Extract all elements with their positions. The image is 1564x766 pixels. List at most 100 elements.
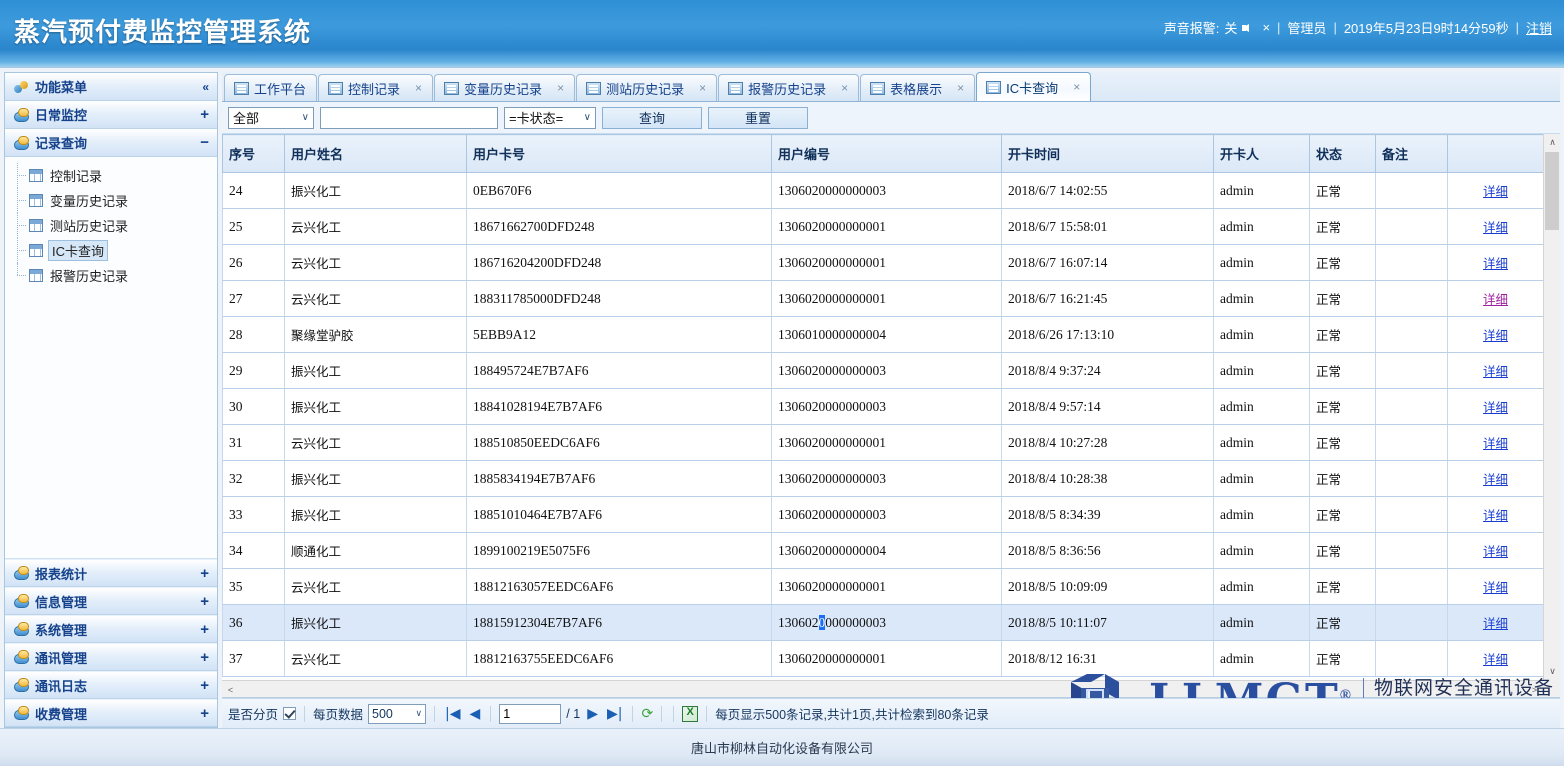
sidebar-group-comm-management[interactable]: 通讯管理 + bbox=[5, 643, 217, 671]
search-input[interactable] bbox=[320, 107, 498, 129]
detail-link[interactable]: 详细 bbox=[1483, 184, 1508, 199]
col-header-note[interactable]: 备注 bbox=[1376, 135, 1448, 173]
sidebar-group-report-stats[interactable]: 报表统计 + bbox=[5, 559, 217, 587]
tab-control-record[interactable]: 控制记录 × bbox=[318, 74, 433, 101]
tab-station-history[interactable]: 测站历史记录 × bbox=[576, 74, 717, 101]
scroll-up-icon[interactable]: ∧ bbox=[1544, 134, 1560, 151]
col-header-card-no[interactable]: 用户卡号 bbox=[467, 135, 772, 173]
table-row[interactable]: 24振兴化工0EB670F613060200000000032018/6/7 1… bbox=[223, 173, 1544, 209]
collapse-icon[interactable]: − bbox=[200, 134, 209, 151]
col-header-user-name[interactable]: 用户姓名 bbox=[285, 135, 467, 173]
vertical-scroll-thumb[interactable] bbox=[1545, 152, 1559, 230]
grid-vertical-scrollbar[interactable]: ∧ ∨ bbox=[1543, 134, 1560, 680]
tab-close-icon[interactable]: × bbox=[415, 81, 422, 95]
page-number-input[interactable] bbox=[499, 704, 561, 724]
speaker-muted-icon[interactable] bbox=[1242, 22, 1257, 34]
sidebar-item-ic-card-query[interactable]: IC卡查询 bbox=[15, 238, 217, 263]
detail-link[interactable]: 详细 bbox=[1483, 364, 1508, 379]
sidebar-header-functions[interactable]: 功能菜单 « bbox=[5, 73, 217, 101]
table-row[interactable]: 28聚缘堂驴胶5EBB9A1213060100000000042018/6/26… bbox=[223, 317, 1544, 353]
table-row[interactable]: 30振兴化工18841028194E7B7AF61306020000000003… bbox=[223, 389, 1544, 425]
sidebar-item-station-history[interactable]: 测站历史记录 bbox=[15, 213, 217, 238]
tab-icon bbox=[586, 82, 601, 95]
tab-work-platform[interactable]: 工作平台 bbox=[224, 74, 317, 101]
expand-icon[interactable]: + bbox=[200, 565, 209, 582]
sidebar-group-record-query[interactable]: 记录查询 − bbox=[5, 129, 217, 157]
table-row[interactable]: 27云兴化工188311785000DFD2481306020000000001… bbox=[223, 281, 1544, 317]
col-header-no[interactable]: 序号 bbox=[223, 135, 285, 173]
scope-select[interactable]: 全部 ∨ bbox=[228, 107, 314, 129]
detail-link[interactable]: 详细 bbox=[1483, 292, 1508, 307]
col-header-user-code[interactable]: 用户编号 bbox=[772, 135, 1002, 173]
expand-icon[interactable]: + bbox=[200, 705, 209, 722]
collapse-sidebar-icon[interactable]: « bbox=[202, 80, 209, 94]
tab-close-icon[interactable]: × bbox=[1073, 80, 1080, 94]
detail-link[interactable]: 详细 bbox=[1483, 616, 1508, 631]
tab-label: 报警历史记录 bbox=[748, 79, 826, 98]
tab-ic-card-query[interactable]: IC卡查询 × bbox=[976, 72, 1091, 101]
col-header-operator[interactable]: 开卡人 bbox=[1214, 135, 1310, 173]
tab-close-icon[interactable]: × bbox=[957, 81, 964, 95]
scroll-down-icon[interactable]: ∨ bbox=[1544, 663, 1560, 680]
sidebar-group-daily-monitor[interactable]: 日常监控 + bbox=[5, 101, 217, 129]
table-row[interactable]: 26云兴化工186716204200DFD2481306020000000001… bbox=[223, 245, 1544, 281]
detail-link[interactable]: 详细 bbox=[1483, 220, 1508, 235]
col-header-open-time[interactable]: 开卡时间 bbox=[1002, 135, 1214, 173]
tab-close-icon[interactable]: × bbox=[557, 81, 564, 95]
logout-link[interactable]: 注销 bbox=[1526, 18, 1552, 37]
refresh-icon[interactable]: ⟳ bbox=[641, 706, 653, 722]
table-row[interactable]: 31云兴化工188510850EEDC6AF613060200000000012… bbox=[223, 425, 1544, 461]
expand-icon[interactable]: + bbox=[200, 621, 209, 638]
scroll-right-icon[interactable]: > bbox=[1526, 681, 1543, 698]
cell-state: 正常 bbox=[1310, 605, 1376, 641]
tab-close-icon[interactable]: × bbox=[699, 81, 706, 95]
excel-export-icon[interactable] bbox=[682, 706, 698, 722]
expand-icon[interactable]: + bbox=[200, 677, 209, 694]
table-row[interactable]: 36振兴化工18815912304E7B7AF61306020000000003… bbox=[223, 605, 1544, 641]
detail-link[interactable]: 详细 bbox=[1483, 328, 1508, 343]
sidebar-group-info-management[interactable]: 信息管理 + bbox=[5, 587, 217, 615]
detail-link[interactable]: 详细 bbox=[1483, 652, 1508, 667]
tab-variable-history[interactable]: 变量历史记录 × bbox=[434, 74, 575, 101]
table-row[interactable]: 33振兴化工18851010464E7B7AF61306020000000003… bbox=[223, 497, 1544, 533]
tab-alarm-history[interactable]: 报警历史记录 × bbox=[718, 74, 859, 101]
sidebar-group-comm-log[interactable]: 通讯日志 + bbox=[5, 671, 217, 699]
prev-page-icon[interactable]: ◀ bbox=[468, 706, 483, 722]
last-page-icon[interactable]: ▶| bbox=[605, 706, 624, 722]
table-row[interactable]: 29振兴化工188495724E7B7AF6130602000000000320… bbox=[223, 353, 1544, 389]
sidebar-item-alarm-history[interactable]: 报警历史记录 bbox=[15, 263, 217, 288]
detail-link[interactable]: 详细 bbox=[1483, 508, 1508, 523]
detail-link[interactable]: 详细 bbox=[1483, 544, 1508, 559]
table-row[interactable]: 37云兴化工18812163755EEDC6AF6130602000000000… bbox=[223, 641, 1544, 677]
per-page-select[interactable]: 500 ∨ bbox=[368, 704, 426, 724]
table-row[interactable]: 25云兴化工18671662700DFD24813060200000000012… bbox=[223, 209, 1544, 245]
scroll-left-icon[interactable]: < bbox=[222, 681, 239, 698]
sidebar-group-billing-management[interactable]: 收费管理 + bbox=[5, 699, 217, 727]
table-row[interactable]: 34顺通化工1899100219E5075F613060200000000042… bbox=[223, 533, 1544, 569]
reset-button[interactable]: 重置 bbox=[708, 107, 808, 129]
detail-link[interactable]: 详细 bbox=[1483, 580, 1508, 595]
paging-checkbox[interactable] bbox=[283, 707, 296, 720]
next-page-icon[interactable]: ▶ bbox=[585, 706, 600, 722]
first-page-icon[interactable]: |◀ bbox=[443, 706, 462, 722]
expand-icon[interactable]: + bbox=[200, 649, 209, 666]
tab-table-display[interactable]: 表格展示 × bbox=[860, 74, 975, 101]
tab-label: 工作平台 bbox=[254, 79, 306, 98]
col-header-state[interactable]: 状态 bbox=[1310, 135, 1376, 173]
sidebar-item-variable-history[interactable]: 变量历史记录 bbox=[15, 188, 217, 213]
table-row[interactable]: 35云兴化工18812163057EEDC6AF6130602000000000… bbox=[223, 569, 1544, 605]
detail-link[interactable]: 详细 bbox=[1483, 472, 1508, 487]
detail-link[interactable]: 详细 bbox=[1483, 400, 1508, 415]
detail-link[interactable]: 详细 bbox=[1483, 256, 1508, 271]
sidebar-group-system-management[interactable]: 系统管理 + bbox=[5, 615, 217, 643]
query-button[interactable]: 查询 bbox=[602, 107, 702, 129]
main-content: 工作平台 控制记录 × 变量历史记录 × 测站历史记录 × 报警历史记录 × bbox=[222, 72, 1560, 728]
table-row[interactable]: 32振兴化工1885834194E7B7AF613060200000000032… bbox=[223, 461, 1544, 497]
tab-close-icon[interactable]: × bbox=[841, 81, 848, 95]
sidebar-item-control-record[interactable]: 控制记录 bbox=[15, 163, 217, 188]
expand-icon[interactable]: + bbox=[200, 593, 209, 610]
expand-icon[interactable]: + bbox=[200, 106, 209, 123]
card-state-select[interactable]: =卡状态= ∨ bbox=[504, 107, 596, 129]
grid-horizontal-scrollbar[interactable]: < > bbox=[222, 680, 1543, 697]
detail-link[interactable]: 详细 bbox=[1483, 436, 1508, 451]
